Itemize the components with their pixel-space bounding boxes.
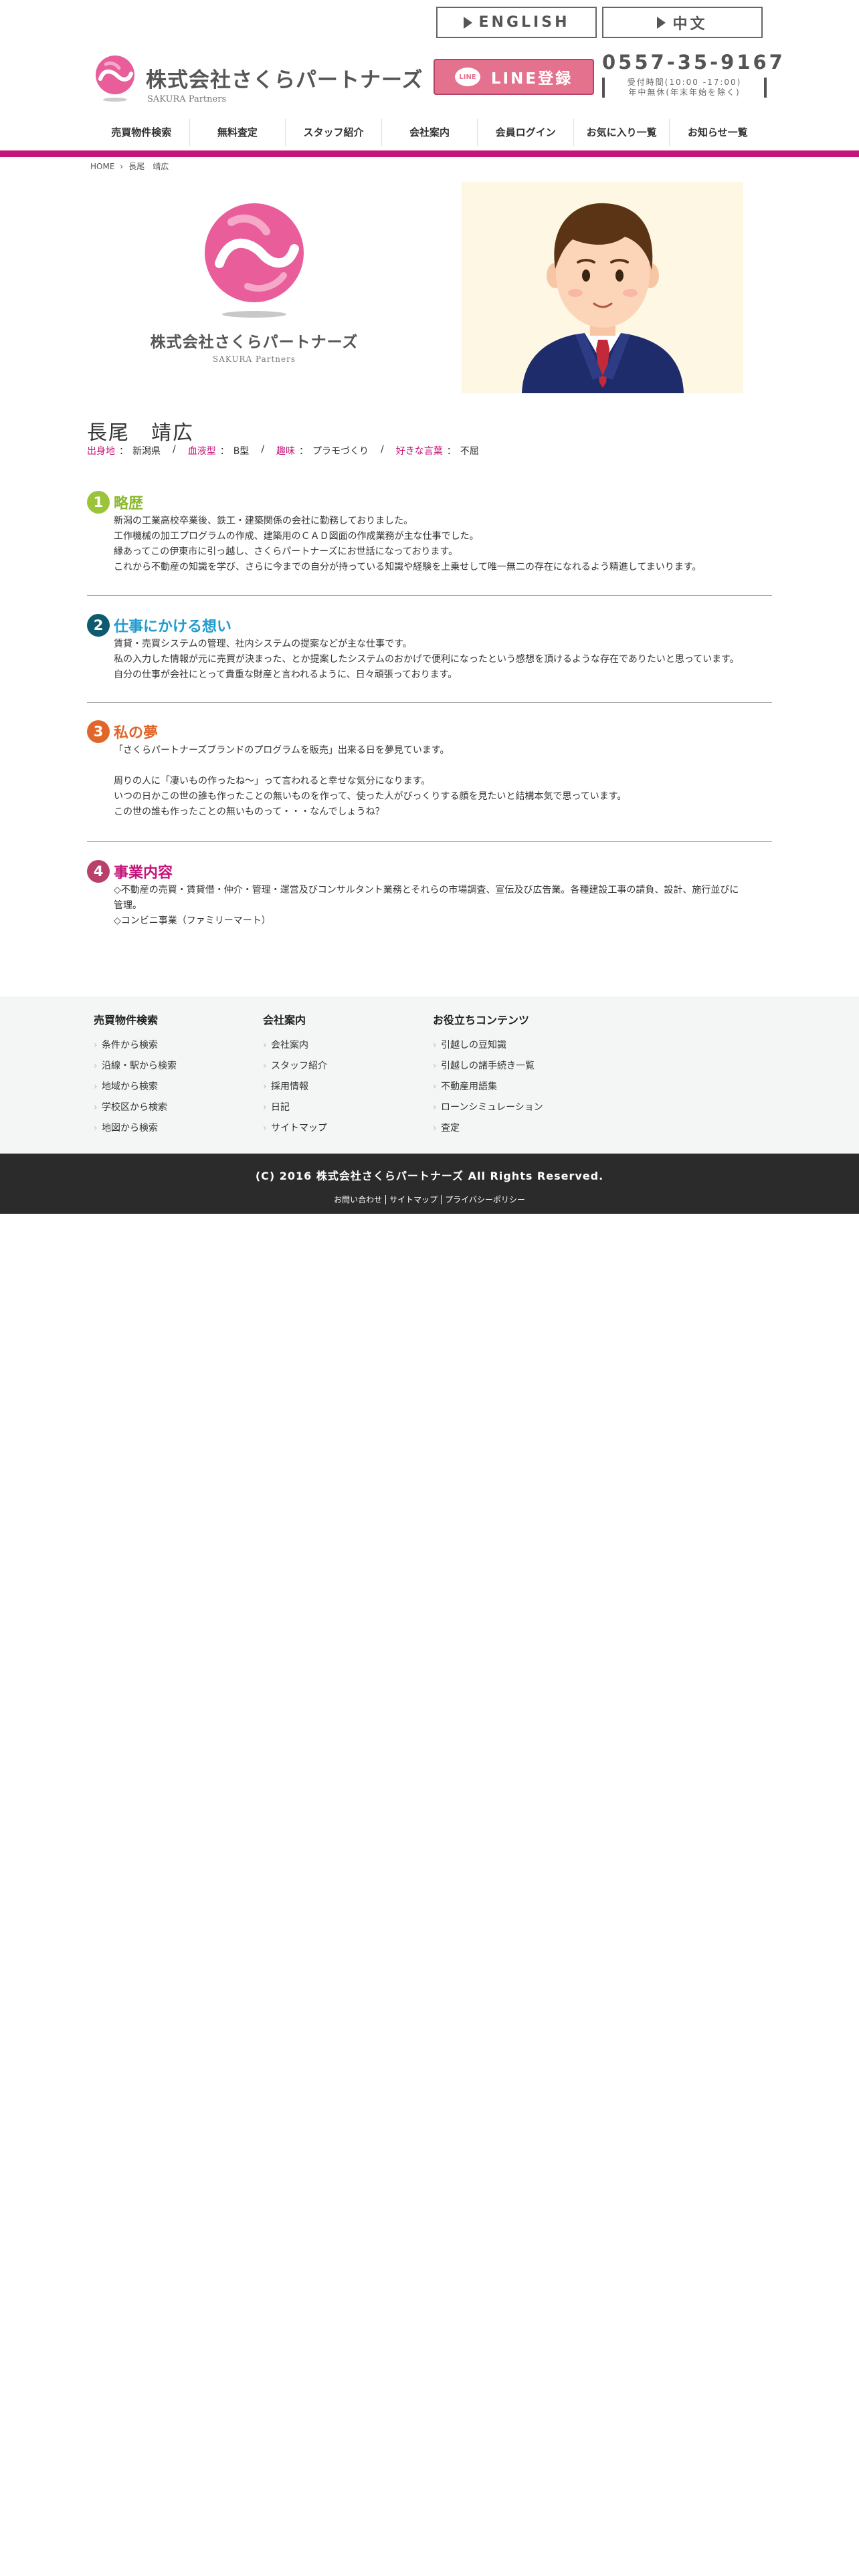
footer-link[interactable]: 不動産用語集 bbox=[433, 1077, 543, 1097]
copyright-bar: (C) 2016 株式会社さくらパートナーズ All Rights Reserv… bbox=[0, 1154, 859, 1214]
section-title: 事業内容 bbox=[114, 865, 173, 881]
sitemap-link[interactable]: サイトマップ bbox=[385, 1195, 441, 1204]
footer-link[interactable]: 引越しの豆知識 bbox=[433, 1035, 543, 1056]
hero-english-name: SAKURA Partners bbox=[212, 354, 296, 364]
site-logo[interactable]: 株式会社さくらパートナーズ SAKURA Partners bbox=[94, 55, 423, 104]
phone-block: 0557-35-9167 受付時間(10:00 -17:00) 年中無休(年末年… bbox=[602, 51, 783, 98]
section-number-badge: 4 bbox=[87, 860, 110, 883]
footer-column-search: 売買物件検索 条件から検索 沿線・駅から検索 地域から検索 学校区から検索 地図… bbox=[94, 1011, 177, 1139]
staff-illustration bbox=[462, 182, 743, 393]
profile-value-birthplace: 新潟県 bbox=[132, 446, 161, 457]
breadcrumb-current: 長尾 靖広 bbox=[128, 162, 169, 171]
profile-key-favorite-word: 好きな言葉 bbox=[395, 446, 443, 457]
logo-english-name: SAKURA Partners bbox=[147, 94, 227, 104]
profile-key-birthplace: 出身地 bbox=[87, 446, 115, 457]
profile-key-blood-type: 血液型 bbox=[187, 446, 216, 457]
play-arrow-icon bbox=[657, 16, 666, 29]
footer-column-useful: お役立ちコンテンツ 引越しの豆知識 引越しの諸手続き一覧 不動産用語集 ローンシ… bbox=[433, 1011, 543, 1139]
section-work-thoughts: 2 仕事にかける想い 賃貸・売買システムの管理、社内システムの提案などが主な仕事… bbox=[87, 614, 772, 683]
nav-item-favorites[interactable]: お気に入り一覧 bbox=[574, 119, 670, 146]
section-number-badge: 1 bbox=[87, 491, 110, 514]
english-button[interactable]: ENGLISH bbox=[436, 7, 597, 38]
nav-accent-bar bbox=[0, 150, 859, 157]
footer-link[interactable]: 地域から検索 bbox=[94, 1077, 177, 1097]
nav-item-property-search[interactable]: 売買物件検索 bbox=[94, 119, 190, 146]
section-body: 賃貸・売買システムの管理、社内システムの提案などが主な仕事です。 私の入力した情… bbox=[114, 639, 739, 680]
sakura-logo-icon bbox=[96, 56, 134, 102]
line-icon: LINE bbox=[454, 68, 480, 86]
chinese-button[interactable]: 中文 bbox=[602, 7, 763, 38]
footer-link[interactable]: サイトマップ bbox=[263, 1118, 327, 1139]
business-hours: 受付時間(10:00 -17:00) bbox=[627, 78, 742, 87]
footer-link[interactable]: 学校区から検索 bbox=[94, 1097, 177, 1118]
play-arrow-icon bbox=[463, 16, 472, 29]
staff-portrait-icon bbox=[522, 203, 684, 393]
footer-column-title: 売買物件検索 bbox=[94, 1014, 159, 1027]
section-career: 1 略歴 新潟の工業高校卒業後、鉄工・建築関係の会社に勤務しておりました。 工作… bbox=[87, 491, 772, 575]
privacy-policy-link[interactable]: プライバシーポリシー bbox=[441, 1195, 529, 1204]
hero-logo: 株式会社さくらパートナーズ SAKURA Partners bbox=[147, 199, 361, 364]
footer-link[interactable]: 会社案内 bbox=[263, 1035, 327, 1056]
logo-company-name: 株式会社さくらパートナーズ bbox=[146, 68, 423, 92]
nav-item-member-login[interactable]: 会員ログイン bbox=[478, 119, 574, 146]
nav-item-news[interactable]: お知らせ一覧 bbox=[670, 119, 765, 146]
section-number-badge: 3 bbox=[87, 720, 110, 743]
footer-column-title: お役立ちコンテンツ bbox=[433, 1014, 530, 1027]
profile-key-hobby: 趣味 bbox=[276, 446, 296, 457]
profile-value-blood-type: B型 bbox=[233, 446, 250, 457]
section-title: 仕事にかける想い bbox=[114, 619, 232, 635]
section-number-badge: 2 bbox=[87, 614, 110, 637]
footer-link[interactable]: 引越しの諸手続き一覧 bbox=[433, 1056, 543, 1077]
bottom-links: お問い合わせ サイトマップ プライバシーポリシー bbox=[0, 1195, 859, 1204]
footer-column-title: 会社案内 bbox=[263, 1014, 306, 1027]
profile-attributes: 出身地： 新潟県 / 血液型： B型 / 趣味： プラモづくり / 好きな言葉：… bbox=[87, 444, 479, 457]
section-body: 新潟の工業高校卒業後、鉄工・建築関係の会社に勤務しておりました。 工作機械の加工… bbox=[114, 516, 702, 572]
section-business: 4 事業内容 ◇不動産の売買・賃貸借・仲介・管理・運営及びコンサルタント業務とそ… bbox=[87, 860, 772, 929]
section-title: 略歴 bbox=[114, 496, 144, 512]
nav-item-company[interactable]: 会社案内 bbox=[382, 119, 478, 146]
section-divider bbox=[87, 702, 772, 703]
footer-column-company: 会社案内 会社案内 スタッフ紹介 採用情報 日記 サイトマップ bbox=[263, 1011, 327, 1139]
profile-value-favorite-word: 不屈 bbox=[460, 446, 479, 457]
line-register-button[interactable]: LINE LINE登録 bbox=[434, 59, 594, 95]
section-divider bbox=[87, 841, 772, 842]
profile-value-hobby: プラモづくり bbox=[312, 446, 369, 457]
chevron-right-icon: › bbox=[120, 161, 124, 171]
section-divider bbox=[87, 595, 772, 596]
footer-link[interactable]: 条件から検索 bbox=[94, 1035, 177, 1056]
section-body: ◇不動産の売買・賃貸借・仲介・管理・運営及びコンサルタント業務とそれらの市場調査… bbox=[114, 885, 739, 926]
staff-name: 長尾 靖広 bbox=[87, 421, 194, 445]
breadcrumb: HOME › 長尾 靖広 bbox=[90, 160, 169, 172]
footer-link[interactable]: ローンシミュレーション bbox=[433, 1097, 543, 1118]
footer-link[interactable]: 採用情報 bbox=[263, 1077, 327, 1097]
contact-link[interactable]: お問い合わせ bbox=[330, 1195, 385, 1204]
footer-link[interactable]: 日記 bbox=[263, 1097, 327, 1118]
phone-number[interactable]: 0557-35-9167 bbox=[602, 51, 783, 74]
copyright-text: (C) 2016 株式会社さくらパートナーズ All Rights Reserv… bbox=[255, 1170, 604, 1182]
footer-link[interactable]: 地図から検索 bbox=[94, 1118, 177, 1139]
footer-link[interactable]: スタッフ紹介 bbox=[263, 1056, 327, 1077]
footer-links: 売買物件検索 条件から検索 沿線・駅から検索 地域から検索 学校区から検索 地図… bbox=[0, 996, 859, 1154]
nav-item-free-appraisal[interactable]: 無料査定 bbox=[190, 119, 286, 146]
section-body: 「さくらパートナーズブランドのプログラムを販売」出来る日を夢見ています。 周りの… bbox=[114, 745, 627, 817]
hero-company-name: 株式会社さくらパートナーズ bbox=[150, 334, 359, 351]
breadcrumb-home[interactable]: HOME bbox=[90, 162, 114, 171]
section-title: 私の夢 bbox=[114, 725, 159, 742]
global-nav: 売買物件検索 無料査定 スタッフ紹介 会社案内 会員ログイン お気に入り一覧 お… bbox=[94, 119, 765, 146]
footer-link[interactable]: 査定 bbox=[433, 1118, 543, 1139]
section-dream: 3 私の夢 「さくらパートナーズブランドのプログラムを販売」出来る日を夢見ていま… bbox=[87, 720, 772, 820]
holiday-note: 年中無休(年末年始を除く) bbox=[628, 88, 741, 97]
sakura-emblem-icon bbox=[205, 203, 304, 318]
footer-link[interactable]: 沿線・駅から検索 bbox=[94, 1056, 177, 1077]
nav-item-staff[interactable]: スタッフ紹介 bbox=[286, 119, 382, 146]
